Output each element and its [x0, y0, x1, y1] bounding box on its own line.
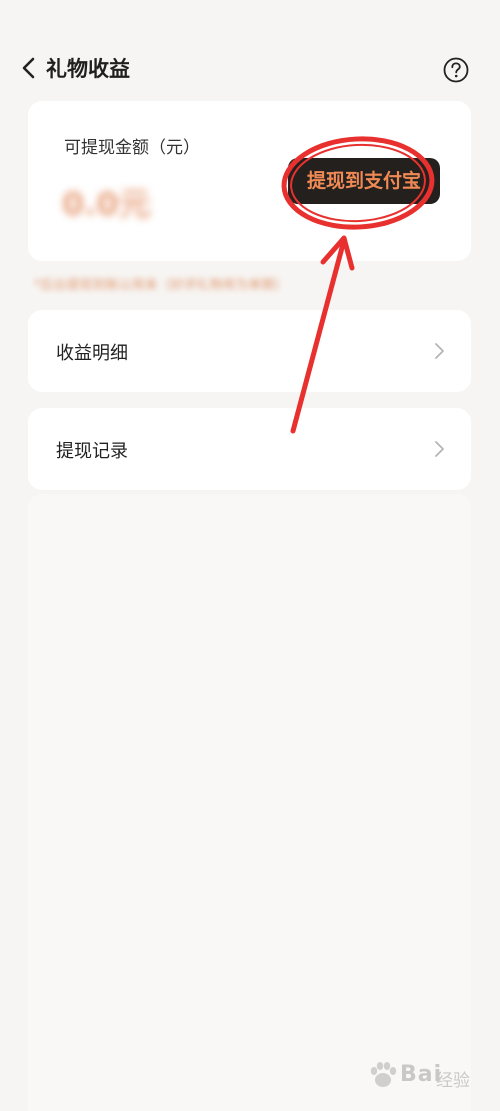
- balance-amount: 0.0元: [62, 185, 151, 223]
- menu-item-income-details[interactable]: 收益明细: [28, 310, 471, 392]
- chevron-right-icon: [435, 441, 444, 457]
- page-title: 礼物收益: [46, 57, 130, 81]
- back-arrow-icon[interactable]: [16, 54, 44, 82]
- content-panel: [28, 494, 471, 1111]
- withdraw-notice: *后台提现到账以用来（好评礼物将为单期）: [34, 278, 288, 293]
- balance-label: 可提现金额（元）: [64, 138, 200, 158]
- menu-item-label: 收益明细: [56, 343, 128, 364]
- menu-item-withdraw-records[interactable]: 提现记录: [28, 408, 471, 490]
- help-icon[interactable]: [442, 56, 470, 84]
- withdraw-to-alipay-button[interactable]: 提现到支付宝: [288, 158, 440, 204]
- watermark-sub: 经验: [436, 1071, 470, 1091]
- paw-logo-icon: [370, 1062, 397, 1087]
- watermark: Bai 经验: [360, 1058, 490, 1094]
- menu-item-label: 提现记录: [56, 441, 128, 462]
- chevron-right-icon: [435, 343, 444, 359]
- header: 礼物收益: [0, 44, 500, 96]
- balance-card: 可提现金额（元） 0.0元 提现到支付宝: [28, 101, 471, 261]
